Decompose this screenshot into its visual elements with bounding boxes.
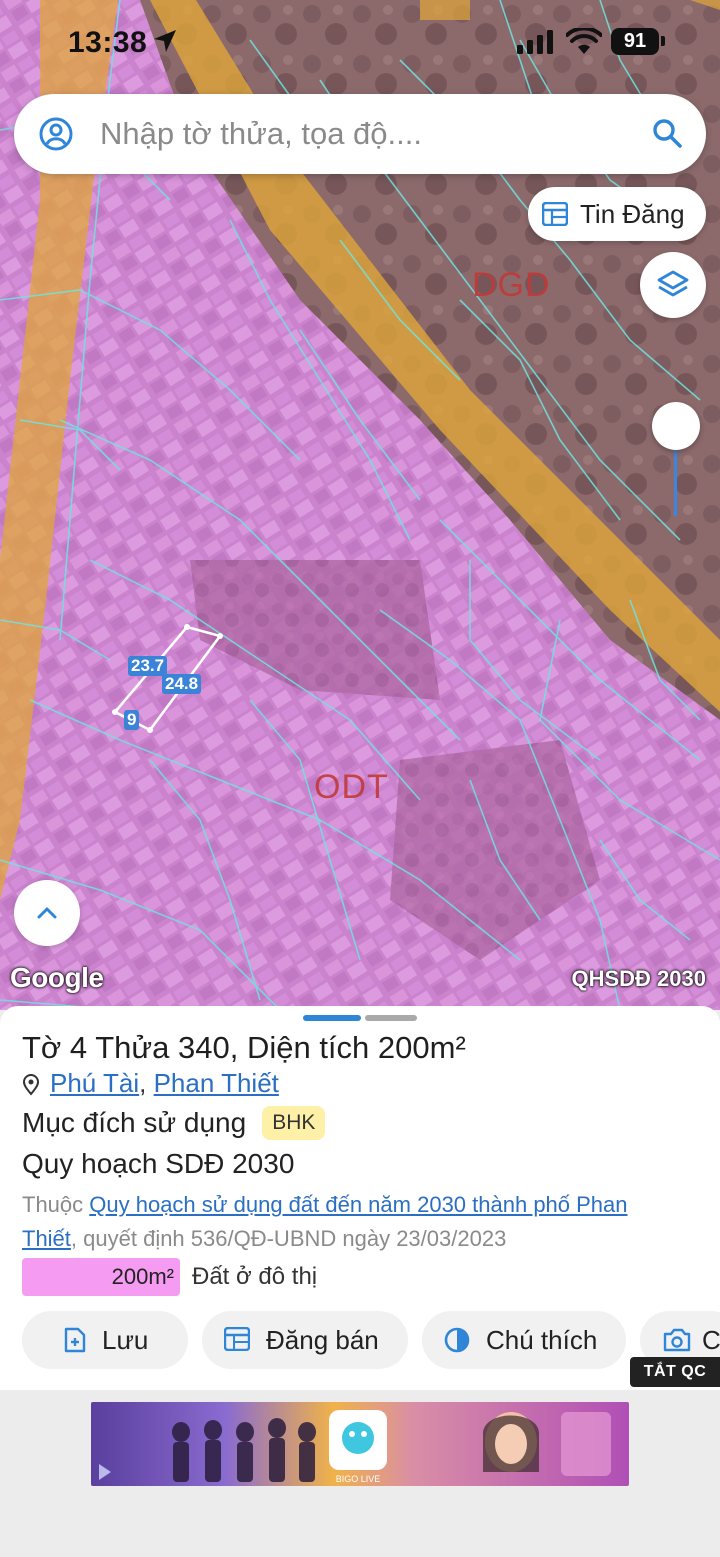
layers-icon: [657, 270, 689, 297]
legend-button[interactable]: Chú thích: [422, 1311, 626, 1369]
listing-table-icon: [542, 202, 568, 226]
area-value: 200m²: [377, 1030, 466, 1065]
parcel-info-sheet: Tờ 4 Thửa 340, Diện tích 200m² Phú Tài, …: [0, 1006, 720, 1390]
map-layers-button[interactable]: [640, 252, 706, 318]
status-bar: 13:38 91: [0, 0, 720, 80]
location-row: Phú Tài, Phan Thiết: [22, 1068, 279, 1099]
zone-label-dgd: DGD: [472, 266, 551, 304]
post-sale-button[interactable]: Đăng bán: [202, 1311, 408, 1369]
plot-word: Thửa: [87, 1030, 178, 1065]
cellular-signal-icon: [517, 30, 553, 54]
user-account-icon[interactable]: [38, 116, 74, 152]
parcel-dimension-right: 24.8: [162, 674, 202, 694]
plan-suffix: , quyết định 536/QĐ-UBND ngày 23/03/2023: [70, 1226, 507, 1251]
sheet-handle-active[interactable]: [303, 1015, 361, 1021]
plot-number: 340: [177, 1030, 230, 1065]
sheet-number: 4: [69, 1030, 88, 1065]
add-file-icon: [64, 1327, 86, 1353]
purpose-code-badge: BHK: [262, 1106, 326, 1140]
search-icon[interactable]: [650, 116, 684, 150]
ad-brand-text: BIGO LIVE: [336, 1474, 381, 1484]
camera-add-icon: [663, 1328, 691, 1352]
purpose-label: Mục đích sử dụng: [22, 1107, 247, 1138]
title-prefix: Tờ: [22, 1030, 70, 1065]
location-separator: ,: [139, 1068, 154, 1098]
contrast-icon: [444, 1327, 470, 1353]
city-link[interactable]: Phan Thiết: [154, 1068, 279, 1099]
opacity-slider-thumb[interactable]: [652, 402, 700, 450]
search-bar[interactable]: [14, 94, 706, 174]
sheet-handle-inactive[interactable]: [365, 1015, 417, 1021]
save-button[interactable]: Lưu: [22, 1311, 188, 1369]
google-logo: Google: [10, 962, 104, 993]
area-color-chip: 200m²: [22, 1258, 180, 1296]
tin-dang-button[interactable]: Tin Đăng: [528, 187, 706, 241]
area-word: , Diện tích: [229, 1030, 378, 1065]
ward-link[interactable]: Phú Tài: [50, 1068, 139, 1099]
parcel-dimension-left: 23.7: [128, 656, 168, 676]
parcel-dimension-bottom: 9: [124, 710, 140, 730]
plan-description: Thuộc Quy hoạch sử dụng đất đến năm 2030…: [22, 1188, 682, 1256]
land-use-purpose-row: Mục đích sử dụng BHK: [22, 1106, 326, 1140]
post-sale-label: Đăng bán: [266, 1325, 379, 1355]
listing-table-icon: [224, 1327, 250, 1351]
parcel-title: Tờ 4 Thửa 340, Diện tích 200m²: [22, 1030, 466, 1066]
close-ad-button[interactable]: TẮT QC: [630, 1357, 720, 1387]
search-input[interactable]: [100, 108, 640, 160]
expand-panel-button[interactable]: [14, 880, 80, 946]
tin-dang-label: Tin Đăng: [580, 199, 685, 229]
battery-indicator: 91: [611, 28, 659, 55]
area-breakdown-row: 200m² Đất ở đô thị: [22, 1258, 317, 1296]
map-view[interactable]: DGD ODT 23.7 24.8 9 13:38 91 Nhập tờ thử…: [0, 0, 720, 1010]
action-buttons-row: Lưu Đăng bán Chú thích C: [0, 1311, 720, 1369]
location-arrow-icon: [154, 30, 176, 52]
ad-banner-image[interactable]: BIGO LIVE: [91, 1402, 629, 1486]
location-pin-icon: [22, 1073, 40, 1096]
battery-tip: [661, 36, 665, 46]
wifi-icon: [566, 28, 602, 54]
plan-title: Quy hoạch SDĐ 2030: [22, 1148, 295, 1179]
map-layer-label: QHSDĐ 2030: [571, 966, 706, 991]
ad-area: BIGO LIVE: [0, 1390, 720, 1557]
plan-prefix: Thuộc: [22, 1192, 90, 1217]
zone-label-odt: ODT: [314, 768, 389, 806]
area-land-type: Đất ở đô thị: [192, 1263, 318, 1290]
chevron-up-icon: [37, 907, 57, 919]
status-time: 13:38: [68, 26, 148, 59]
legend-label: Chú thích: [486, 1325, 598, 1355]
save-label: Lưu: [102, 1325, 149, 1355]
capture-label: C: [702, 1325, 720, 1355]
